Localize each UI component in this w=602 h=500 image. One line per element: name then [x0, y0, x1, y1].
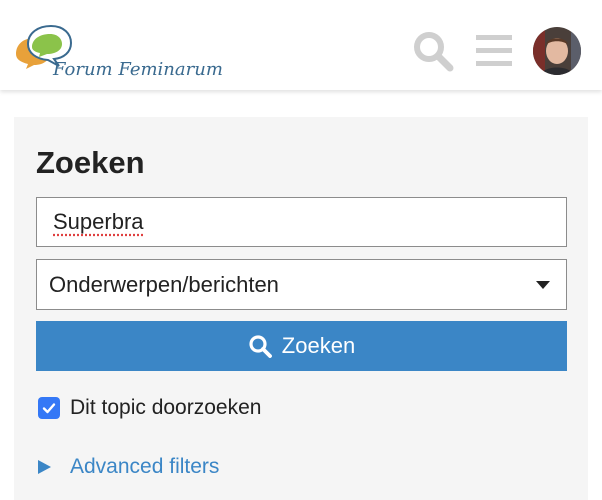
search-this-topic-label[interactable]: Dit topic doorzoeken — [70, 396, 261, 420]
triangle-right-icon — [38, 460, 51, 474]
page-title: Zoeken — [36, 145, 145, 180]
search-input-value: Superbra — [53, 209, 144, 234]
hamburger-menu-icon — [476, 35, 512, 66]
search-this-topic-checkbox[interactable] — [38, 397, 60, 419]
search-submit-button[interactable]: Zoeken — [36, 321, 567, 371]
user-avatar-icon — [533, 27, 581, 75]
brand-name: Forum Feminarum — [53, 59, 223, 80]
search-submit-label: Zoeken — [281, 333, 356, 358]
header-menu-button[interactable] — [474, 32, 514, 70]
checkmark-icon — [42, 403, 56, 414]
search-scope-select[interactable]: Onderwerpen/berichten — [36, 259, 567, 310]
advanced-filters-toggle[interactable]: Advanced filters — [38, 453, 219, 481]
user-avatar[interactable] — [533, 27, 581, 75]
search-icon — [414, 32, 454, 72]
advanced-filters-label: Advanced filters — [70, 455, 220, 478]
chevron-down-icon — [536, 281, 550, 289]
search-scope-value: Onderwerpen/berichten — [49, 272, 279, 297]
header-search-button[interactable] — [412, 30, 454, 72]
search-icon — [249, 335, 272, 358]
site-header: Forum Feminarum — [0, 0, 602, 90]
search-input[interactable]: Superbra — [36, 197, 567, 247]
search-this-topic-option: Dit topic doorzoeken — [38, 394, 261, 422]
